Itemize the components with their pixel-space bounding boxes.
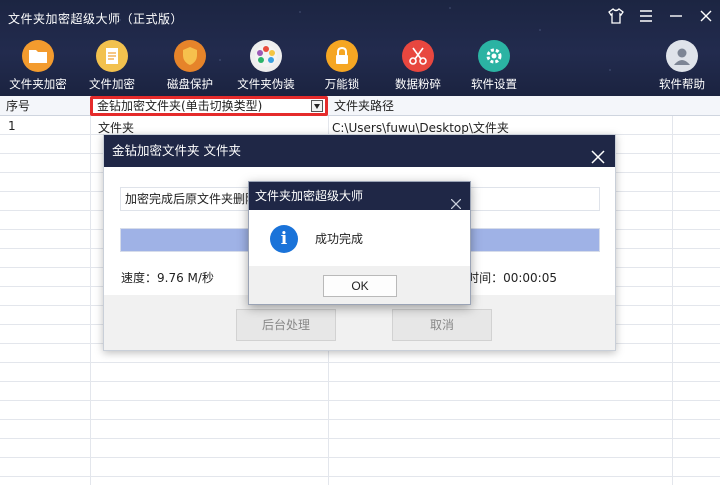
toolbar-data-shred[interactable]: 数据粉碎 [380, 40, 456, 92]
message-box-body: i 成功完成 [249, 210, 470, 266]
toolbar-universal-lock[interactable]: 万能锁 [304, 40, 380, 92]
ok-button[interactable]: OK [323, 275, 397, 297]
toolbar-folder-disguise[interactable]: 文件夹伪装 [228, 40, 304, 92]
message-box-title-bar: 文件夹加密超级大师 [249, 182, 470, 210]
app-title: 文件夹加密超级大师（正式版） [8, 12, 184, 26]
dialog-title-bar: 金钻加密文件夹 文件夹 [104, 135, 615, 167]
shirt-icon[interactable] [608, 8, 624, 24]
close-icon[interactable] [450, 191, 462, 210]
success-message-box: 文件夹加密超级大师 i 成功完成 OK [248, 181, 471, 305]
toolbar-label: 文件夹伪装 [237, 77, 295, 91]
message-box-footer: OK [249, 266, 470, 304]
toolbar-settings[interactable]: 软件设置 [456, 40, 532, 92]
toolbar-label: 文件加密 [89, 77, 135, 91]
dialog-title: 金钻加密文件夹 文件夹 [112, 143, 241, 158]
shield-icon [174, 40, 206, 72]
toolbar-label: 磁盘保护 [167, 77, 213, 91]
window-controls [608, 8, 714, 24]
top-banner: 文件夹加密超级大师（正式版） 文件夹加密 文件加密 磁盘保护 文件夹伪装 万能锁… [0, 0, 720, 96]
toolbar-help[interactable]: 软件帮助 [644, 40, 720, 92]
toolbar-label: 万能锁 [324, 77, 360, 91]
scissors-icon [402, 40, 434, 72]
menu-icon[interactable] [638, 8, 654, 24]
cancel-button[interactable]: 取消 [392, 309, 492, 341]
header-path[interactable]: 文件夹路径 [328, 96, 668, 116]
column-divider [90, 96, 91, 485]
padlock-icon [326, 40, 358, 72]
column-divider [672, 96, 673, 485]
message-text: 成功完成 [315, 232, 364, 246]
toolbar-file-encrypt[interactable]: 文件加密 [74, 40, 150, 92]
folder-lock-icon [22, 40, 54, 72]
chevron-down-icon[interactable] [311, 100, 323, 112]
message-box-title: 文件夹加密超级大师 [255, 189, 364, 203]
info-icon: i [270, 225, 298, 253]
main-toolbar: 文件夹加密 文件加密 磁盘保护 文件夹伪装 万能锁 数据粉碎 软件设置 软件帮助 [0, 40, 720, 96]
gear-icon [478, 40, 510, 72]
close-icon[interactable] [698, 8, 714, 24]
close-icon[interactable] [591, 144, 605, 164]
toolbar-label: 文件夹加密 [9, 77, 67, 91]
toolbar-label: 软件帮助 [659, 77, 705, 91]
header-index[interactable]: 序号 [0, 96, 90, 116]
table-row[interactable]: 1 文件夹 C:\Users\fuwu\Desktop\文件夹 [0, 117, 720, 135]
palette-icon [250, 40, 282, 72]
encryption-type-selector[interactable]: 金钻加密文件夹(单击切换类型) [90, 96, 328, 116]
user-icon [666, 40, 698, 72]
encryption-type-label: 金钻加密文件夹(单击切换类型) [97, 99, 263, 113]
toolbar-disk-protect[interactable]: 磁盘保护 [152, 40, 228, 92]
minimize-icon[interactable] [668, 8, 684, 24]
speed-readout: 速度：9.76 M/秒 [121, 271, 214, 285]
toolbar-label: 软件设置 [471, 77, 517, 91]
toolbar-label: 数据粉碎 [395, 77, 441, 91]
row-index: 1 [8, 119, 16, 133]
background-process-button[interactable]: 后台处理 [236, 309, 336, 341]
toolbar-folder-encrypt[interactable]: 文件夹加密 [0, 40, 76, 92]
file-lock-icon [96, 40, 128, 72]
